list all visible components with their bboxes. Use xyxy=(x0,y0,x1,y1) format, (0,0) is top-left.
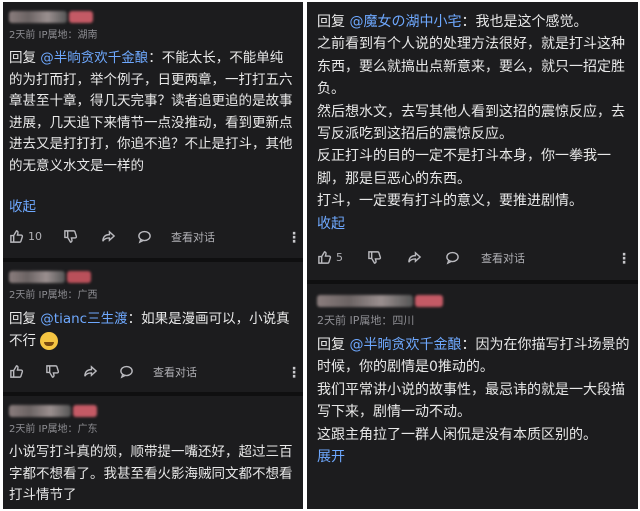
more-icon[interactable]: ⋮ xyxy=(617,251,631,267)
share-icon xyxy=(84,365,98,377)
comment-icon xyxy=(138,230,151,244)
collapse-link[interactable]: 收起 xyxy=(9,197,295,219)
like-button[interactable]: 10 xyxy=(9,229,42,244)
thumbs-up-icon xyxy=(10,365,24,378)
user-badge xyxy=(73,405,97,417)
comment-text: 回复 @tianc三生渡：如果是漫画可以，小说真不行 xyxy=(9,311,290,350)
comment-actions: 查看对话 ⋮ xyxy=(9,364,301,384)
mention-link[interactable]: @魔女の湖中小宅 xyxy=(349,14,461,30)
thumbs-up-icon xyxy=(10,230,24,243)
view-conversation-link[interactable]: 查看对话 xyxy=(481,250,525,266)
user-badge xyxy=(69,11,93,23)
reply-button[interactable] xyxy=(119,364,134,379)
comment-meta: 2天前 IP属地：湖南 xyxy=(9,30,98,41)
user-badge xyxy=(415,295,443,307)
share-button[interactable] xyxy=(83,364,98,379)
comment-text: 回复 @半晌贪欢千金酿：不能太长，不能单纯的为打而打，举个例子，日更两章，一打打… xyxy=(9,50,293,174)
comment-icon xyxy=(120,365,133,379)
comment-text: 回复 @魔女の湖中小宅：我也是这个感觉。 之前看到有个人说的处理方法很好，就是打… xyxy=(317,14,625,232)
share-icon xyxy=(408,251,422,263)
right-screenshot: 回复 @魔女の湖中小宅：我也是这个感觉。 之前看到有个人说的处理方法很好，就是打… xyxy=(307,2,638,509)
thumbs-down-icon xyxy=(64,230,78,243)
user-header xyxy=(9,402,97,421)
avatar xyxy=(317,295,413,307)
like-button[interactable]: 5 xyxy=(317,250,343,265)
avatar xyxy=(9,271,65,283)
comment-actions: 5 查看对话 ⋮ xyxy=(317,250,631,270)
laughing-emoji-icon xyxy=(40,331,59,350)
comment-icon xyxy=(446,251,459,265)
user-header xyxy=(317,292,443,311)
divider xyxy=(307,280,638,284)
expand-link[interactable]: 展开 xyxy=(317,449,345,465)
comment-meta: 2天前 IP属地：四川 xyxy=(317,314,415,327)
reply-button[interactable] xyxy=(445,250,460,265)
comment-meta: 2天前 IP属地：广西 xyxy=(9,290,98,301)
thumbs-up-icon xyxy=(318,251,332,264)
dislike-button[interactable] xyxy=(63,229,78,244)
avatar xyxy=(9,11,67,23)
like-count: 10 xyxy=(28,230,42,243)
like-count: 5 xyxy=(336,251,343,264)
view-conversation-link[interactable]: 查看对话 xyxy=(153,364,197,380)
comment-actions: 10 查看对话 ⋮ xyxy=(9,229,301,249)
divider xyxy=(3,258,303,262)
avatar xyxy=(9,405,71,417)
user-header xyxy=(9,268,91,287)
comment-meta: 2天前 IP属地：广东 xyxy=(9,424,98,435)
dislike-button[interactable] xyxy=(367,250,382,265)
mention-link[interactable]: @tianc三生渡 xyxy=(40,311,127,327)
reply-button[interactable] xyxy=(137,229,152,244)
share-button[interactable] xyxy=(407,250,422,265)
more-icon[interactable]: ⋮ xyxy=(287,230,301,246)
user-header xyxy=(9,8,93,27)
thumbs-down-icon xyxy=(368,251,382,264)
view-conversation-link[interactable]: 查看对话 xyxy=(171,229,215,245)
thumbs-down-icon xyxy=(46,365,60,378)
dislike-button[interactable] xyxy=(45,364,60,379)
user-badge xyxy=(67,271,91,283)
left-screenshot: 2天前 IP属地：湖南 回复 @半晌贪欢千金酿：不能太长，不能单纯的为打而打，举… xyxy=(3,2,303,509)
share-icon xyxy=(102,230,116,242)
share-button[interactable] xyxy=(101,229,116,244)
mention-link[interactable]: @半晌贪欢千金酿 xyxy=(349,337,461,353)
more-icon[interactable]: ⋮ xyxy=(287,365,301,381)
collapse-link[interactable]: 收起 xyxy=(317,216,345,232)
comment-text: 回复 @半晌贪欢千金酿：因为在你描写打斗场景的时候，你的剧情是0推动的。 我们平… xyxy=(317,337,630,466)
divider xyxy=(3,392,303,396)
like-button[interactable] xyxy=(9,364,24,379)
comment-text: 小说写打斗真的烦，顺带提一嘴还好，超过三百字都不想看了。我甚至看火影海贼同文都不… xyxy=(9,444,293,503)
mention-link[interactable]: @半晌贪欢千金酿 xyxy=(40,50,148,66)
